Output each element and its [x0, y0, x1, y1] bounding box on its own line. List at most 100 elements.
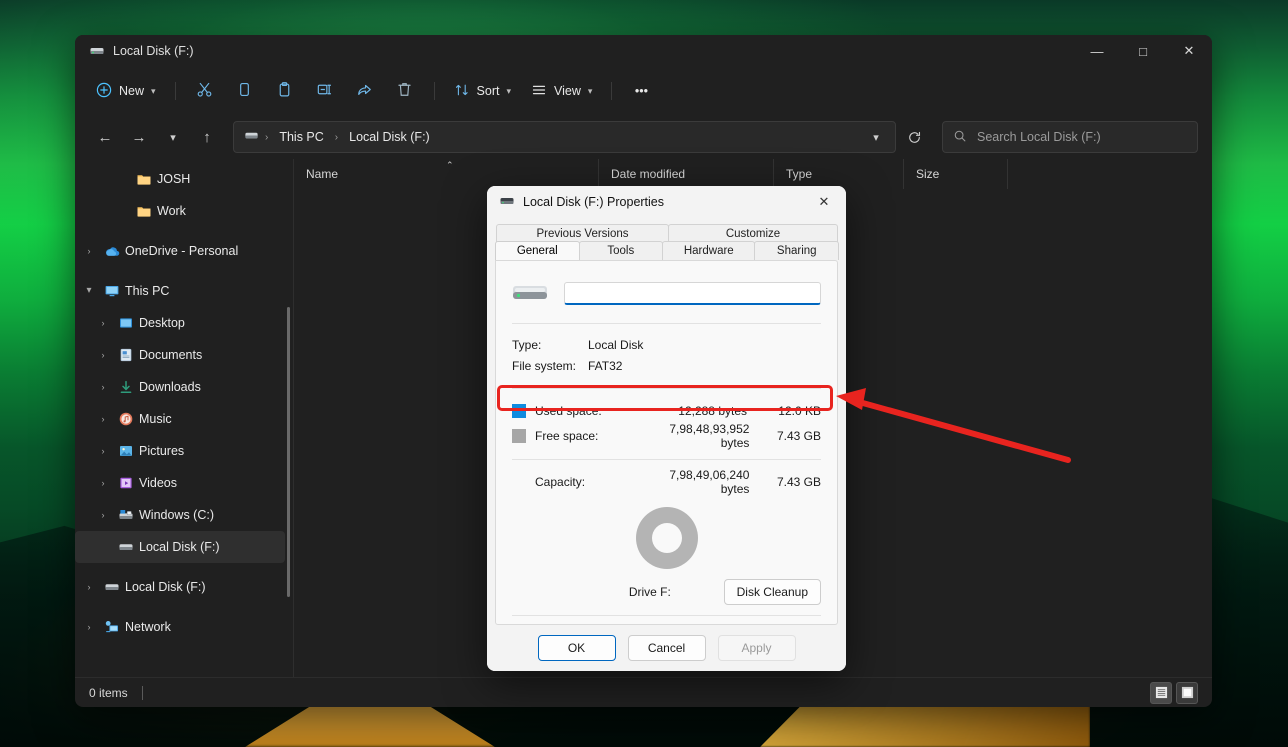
column-header-row: Name ⌃ Date modified Type Size [294, 159, 1212, 189]
info-row-file-system: File system: FAT32 [512, 355, 821, 376]
sidebar-item-videos[interactable]: › Videos [75, 467, 285, 499]
sidebar-item-local-disk-f-root[interactable]: › Local Disk (F:) [75, 571, 285, 603]
info-row-type: Type: Local Disk [512, 334, 821, 355]
ok-button[interactable]: OK [537, 635, 616, 661]
sidebar-scrollbar[interactable] [287, 307, 290, 597]
expand-arrow[interactable]: › [93, 350, 113, 360]
divider-4 [512, 615, 821, 616]
capacity-size: 7.43 GB [776, 474, 821, 489]
dialog-footer: OK Cancel Apply [487, 625, 846, 671]
general-tab-panel: Type: Local Disk File system: FAT32 Used… [495, 260, 838, 625]
tab-hardware[interactable]: Hardware [662, 241, 756, 260]
breadcrumb-local-disk-f[interactable]: Local Disk (F:) [344, 128, 435, 146]
sidebar-item-downloads[interactable]: › Downloads [75, 371, 285, 403]
new-button[interactable]: New ▾ [87, 75, 165, 107]
expand-arrow[interactable]: › [93, 446, 113, 456]
expand-arrow[interactable]: › [79, 622, 99, 632]
expand-arrow[interactable]: › [93, 478, 113, 488]
sort-icon [454, 82, 470, 101]
disk-cleanup-button[interactable]: Disk Cleanup [723, 579, 821, 605]
documents-icon [113, 347, 139, 363]
view-button-label: View [554, 84, 581, 98]
breadcrumb-this-pc[interactable]: This PC [274, 128, 328, 146]
details-view-button[interactable] [1150, 681, 1172, 704]
drive-icon [244, 128, 259, 146]
tab-sharing[interactable]: Sharing [754, 241, 840, 260]
desktop-wallpaper: Local Disk (F:) — □ ✕ New ▾ Sort ▾ View … [0, 0, 1288, 747]
view-button[interactable]: View ▾ [522, 75, 601, 107]
forward-button[interactable]: → [123, 121, 155, 153]
share-button[interactable] [346, 75, 384, 107]
recent-locations-button[interactable]: ▾ [157, 121, 189, 153]
volume-name-row [512, 275, 821, 311]
sidebar-item-pictures[interactable]: › Pictures [75, 435, 285, 467]
column-header-type[interactable]: Type [774, 159, 904, 189]
back-button[interactable]: ← [89, 121, 121, 153]
paste-button[interactable] [266, 75, 304, 107]
address-dropdown-button[interactable]: ▾ [863, 124, 889, 150]
sidebar-item-windows-c[interactable]: › Windows (C:) [75, 499, 285, 531]
sidebar-item-onedrive[interactable]: › OneDrive - Personal [75, 235, 285, 267]
sidebar-item-music[interactable]: › Music [75, 403, 285, 435]
copy-button[interactable] [226, 75, 264, 107]
more-options-button[interactable]: ••• [622, 75, 660, 107]
navigation-pane: JOSH Work › OneDrive - Personal ▾ This P… [75, 159, 293, 677]
up-button[interactable]: ↑ [191, 121, 223, 153]
close-button[interactable]: ✕ [1166, 35, 1212, 67]
collapse-arrow[interactable]: ▾ [79, 286, 99, 296]
drive-icon [99, 579, 125, 595]
sort-button[interactable]: Sort ▾ [445, 75, 520, 107]
cut-button[interactable] [186, 75, 224, 107]
large-icons-view-button[interactable] [1176, 681, 1198, 704]
expand-arrow[interactable]: › [79, 246, 99, 256]
column-header-size[interactable]: Size [904, 159, 1008, 189]
expand-arrow[interactable]: › [79, 582, 99, 592]
sidebar-item-label: Videos [139, 476, 177, 490]
new-button-label: New [119, 84, 145, 98]
rename-icon [316, 81, 333, 101]
address-bar[interactable]: › This PC › Local Disk (F:) ▾ [233, 121, 896, 153]
info-value: FAT32 [588, 358, 623, 373]
tab-general[interactable]: General [495, 241, 580, 260]
delete-button[interactable] [386, 75, 424, 107]
dialog-close-button[interactable]: ✕ [802, 186, 846, 218]
column-header-date-modified[interactable]: Date modified [599, 159, 774, 189]
minimize-button[interactable]: — [1074, 35, 1120, 67]
search-box[interactable]: Search Local Disk (F:) [942, 121, 1198, 153]
dialog-title: Local Disk (F:) Properties [523, 195, 665, 209]
tab-tools[interactable]: Tools [578, 241, 664, 260]
window-title: Local Disk (F:) [113, 44, 194, 58]
dialog-titlebar: Local Disk (F:) Properties ✕ [487, 186, 846, 218]
sidebar-item-network[interactable]: › Network [75, 611, 285, 643]
expand-arrow[interactable]: › [93, 318, 113, 328]
donut-hole [651, 523, 682, 553]
capacity-donut [635, 507, 698, 569]
column-header-name[interactable]: Name ⌃ [294, 159, 599, 189]
sidebar-item-this-pc[interactable]: ▾ This PC [75, 275, 285, 307]
sidebar-item-desktop[interactable]: › Desktop [75, 307, 285, 339]
search-placeholder: Search Local Disk (F:) [977, 130, 1101, 144]
desktop-icon [113, 315, 139, 331]
sidebar-item-local-disk-f-child[interactable]: Local Disk (F:) [75, 531, 285, 563]
sidebar-item-work[interactable]: Work [75, 195, 285, 227]
pc-icon [99, 283, 125, 299]
refresh-button[interactable] [898, 121, 930, 153]
expand-arrow[interactable]: › [93, 414, 113, 424]
expand-arrow[interactable]: › [93, 510, 113, 520]
capacity-swatch-placeholder [512, 475, 526, 489]
sidebar-item-josh[interactable]: JOSH [75, 163, 285, 195]
capacity-label: Capacity: [535, 474, 586, 489]
used-space-row: Used space: 12,288 bytes 12.0 KB [512, 399, 821, 422]
search-icon [953, 129, 967, 146]
drive-icon [113, 539, 139, 555]
sidebar-item-documents[interactable]: › Documents [75, 339, 285, 371]
rename-button[interactable] [306, 75, 344, 107]
cancel-button[interactable]: Cancel [627, 635, 706, 661]
maximize-button[interactable]: □ [1120, 35, 1166, 67]
share-icon [356, 81, 373, 101]
volume-name-input[interactable] [564, 281, 821, 305]
expand-arrow[interactable]: › [93, 382, 113, 392]
chevron-down-icon: ▾ [170, 131, 176, 144]
free-space-bytes: 7,98,48,93,952 bytes [669, 421, 750, 450]
apply-button[interactable]: Apply [717, 635, 796, 661]
